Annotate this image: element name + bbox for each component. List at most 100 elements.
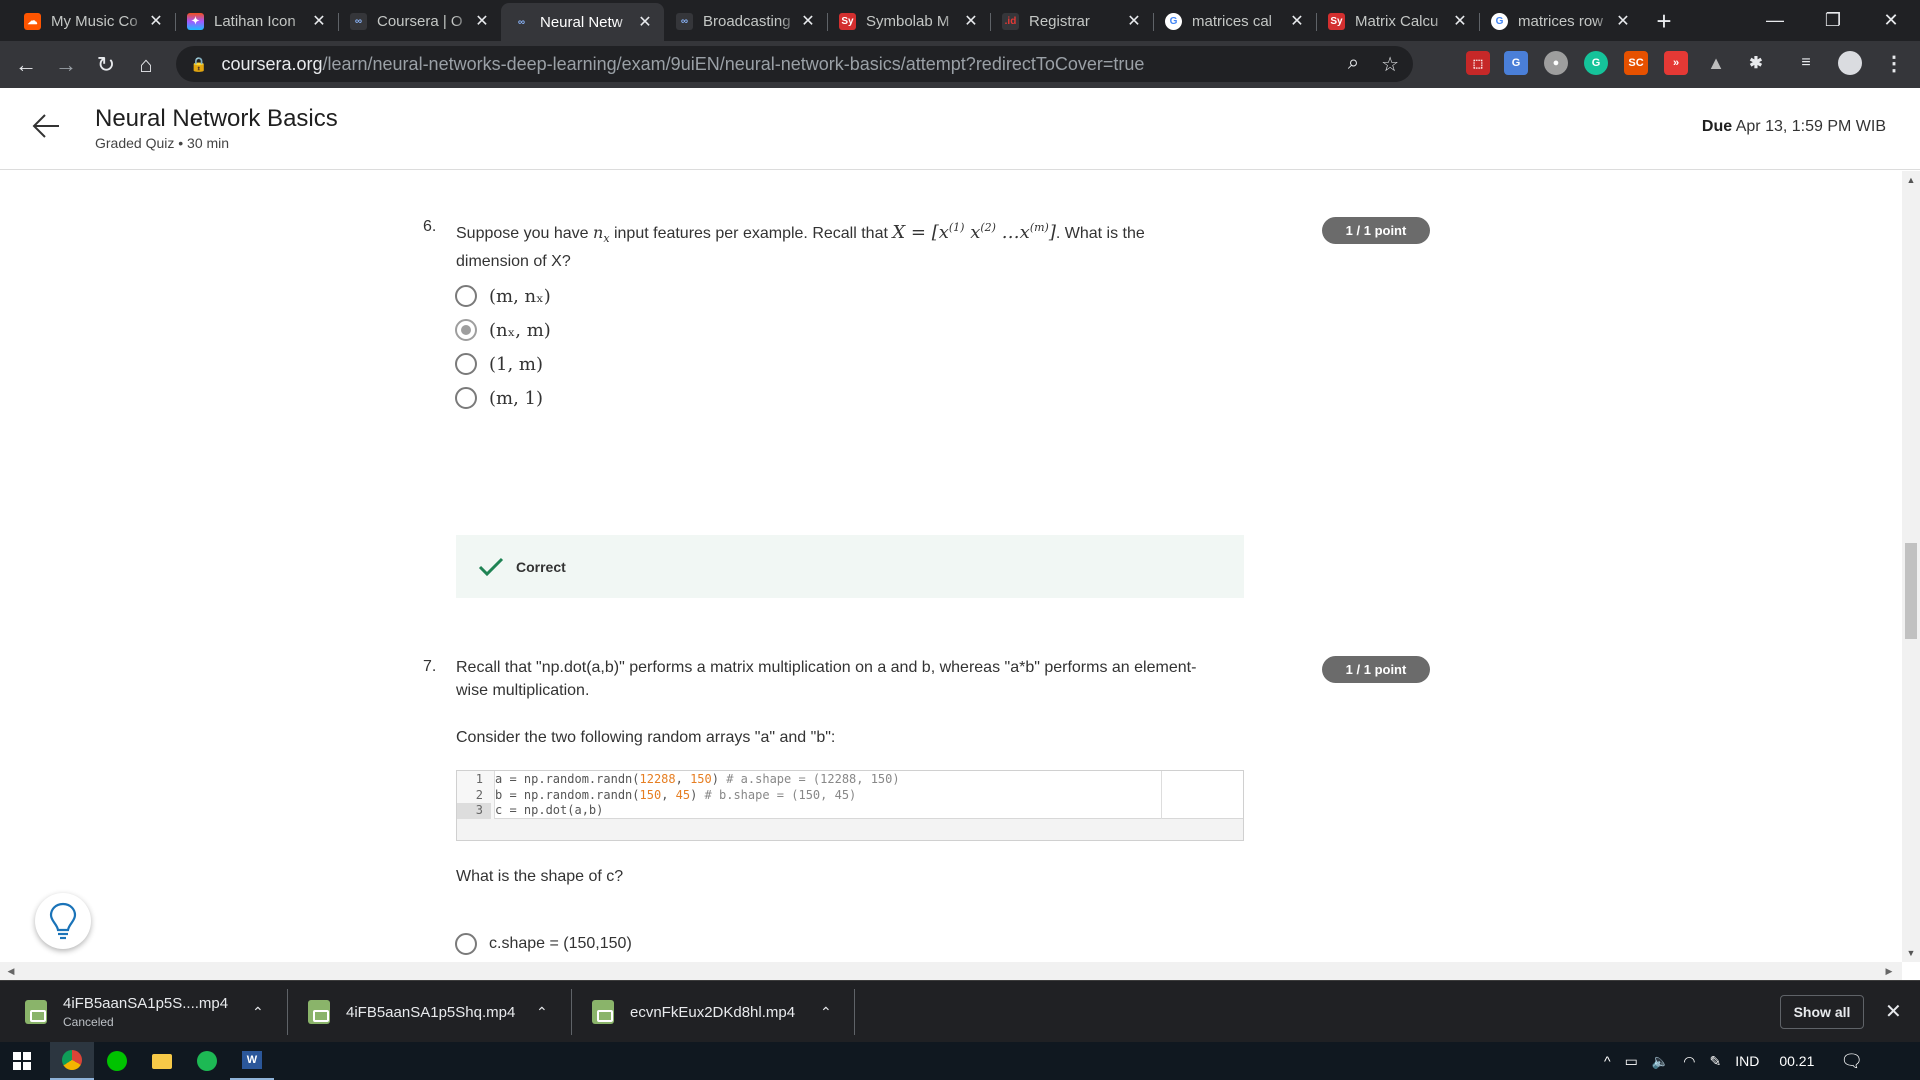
browser-tab[interactable]: ✦ Latihan Icon ✕	[175, 4, 338, 38]
close-tab-icon[interactable]: ✕	[1614, 12, 1632, 30]
answer-option[interactable]: (1, m)	[455, 349, 543, 379]
forward-icon[interactable]: →	[46, 45, 86, 85]
scroll-right-icon[interactable]: ▶	[1880, 962, 1898, 980]
media-extension-icon[interactable]: »	[1664, 51, 1688, 75]
close-tab-icon[interactable]: ✕	[1288, 12, 1306, 30]
scroll-up-icon[interactable]: ▲	[1902, 171, 1920, 189]
media-controls-icon[interactable]: ≡	[1794, 51, 1818, 75]
windows-start-icon[interactable]	[0, 1042, 44, 1080]
zoom-icon[interactable]: ⌕	[1348, 52, 1359, 77]
vertical-scrollbar[interactable]: ▲ ▼	[1902, 171, 1920, 962]
browser-tab[interactable]: Gmatrices cal ✕	[1153, 4, 1316, 38]
show-hidden-icons-icon[interactable]: ^	[1604, 1053, 1611, 1069]
browser-tab[interactable]: Sy Matrix Calcu ✕	[1316, 4, 1479, 38]
browser-tab[interactable]: ∞ Coursera | O ✕	[338, 4, 501, 38]
answer-option[interactable]: (m, nₓ)	[455, 281, 551, 311]
pen-icon[interactable]: ✎	[1709, 1053, 1721, 1070]
bookmark-star-icon[interactable]: ☆	[1381, 52, 1399, 77]
show-all-button[interactable]: Show all	[1780, 995, 1864, 1029]
chat-extension-icon[interactable]: ●	[1544, 51, 1568, 75]
download-bar: 4iFB5aanSA1p5S....mp4 Canceled ⌃ 4iFB5aa…	[0, 980, 1920, 1042]
input-language[interactable]: IND	[1735, 1053, 1759, 1069]
download-item[interactable]: 4iFB5aanSA1p5Shq.mp4 ⌃	[308, 981, 548, 1043]
horizontal-scrollbar[interactable]: ◀ ▶	[0, 962, 1902, 980]
minimize-icon[interactable]: —	[1746, 0, 1804, 40]
radio-button[interactable]	[455, 353, 477, 375]
close-tab-icon[interactable]: ✕	[1451, 12, 1469, 30]
file-explorer-taskbar-icon[interactable]	[140, 1042, 184, 1080]
pdf-extension-icon[interactable]: ⬚	[1466, 51, 1490, 75]
browser-tab[interactable]: Sy Symbolab M ✕	[827, 4, 990, 38]
clock[interactable]: 00.21	[1779, 1053, 1814, 1069]
profile-avatar[interactable]	[1838, 51, 1862, 75]
restore-icon[interactable]: ❐	[1804, 0, 1862, 40]
scrollbar-thumb[interactable]	[1905, 543, 1917, 639]
browser-tab[interactable]: ☁ My Music Co ✕	[12, 4, 175, 38]
menu-dots-icon[interactable]: ⋮	[1882, 51, 1906, 75]
window-controls: — ❐ ✕	[1746, 0, 1920, 40]
code-editor: 1 a = np.random.randn(12288, 150) # a.sha…	[457, 771, 1243, 819]
battery-icon[interactable]: ▭	[1625, 1053, 1638, 1070]
code-token: # a.shape = (12288, 150)	[726, 772, 900, 786]
coursera-icon: ∞	[676, 12, 693, 30]
new-tab-button[interactable]: +	[1646, 4, 1682, 38]
home-icon[interactable]: ⌂	[126, 45, 166, 85]
video-file-icon	[592, 1000, 614, 1024]
lightbulb-help-button[interactable]	[35, 893, 91, 949]
radio-button[interactable]	[455, 933, 477, 955]
reload-icon[interactable]: ↻	[86, 45, 126, 85]
radio-button[interactable]	[455, 285, 477, 307]
answer-option[interactable]: (m, 1)	[455, 383, 543, 413]
download-item[interactable]: ecvnFkEux2DKd8hl.mp4 ⌃	[592, 981, 832, 1043]
word-taskbar-icon[interactable]: W	[230, 1042, 274, 1080]
drive-extension-icon[interactable]: ▲	[1704, 51, 1728, 75]
answer-option[interactable]: c.shape = (150,150)	[455, 929, 632, 959]
chevron-up-icon[interactable]: ⌃	[252, 1004, 264, 1021]
scroll-left-icon[interactable]: ◀	[2, 962, 20, 980]
wifi-icon[interactable]: ◠	[1683, 1053, 1695, 1070]
tab-title: My Music Co	[51, 12, 138, 30]
sc-extension-icon[interactable]: SC	[1624, 51, 1648, 75]
spotify-taskbar-icon[interactable]	[185, 1042, 229, 1080]
code-token: 45	[675, 787, 691, 802]
google-icon: G	[1491, 12, 1508, 30]
close-tab-icon[interactable]: ✕	[799, 12, 817, 30]
code-line: 1 a = np.random.randn(12288, 150) # a.sha…	[457, 772, 900, 788]
radio-button[interactable]	[455, 319, 477, 341]
notification-icon[interactable]: 🗨	[1840, 1051, 1863, 1072]
download-filename: ecvnFkEux2DKd8hl.mp4	[630, 1003, 796, 1021]
volume-icon[interactable]: 🔈	[1652, 1053, 1669, 1070]
close-window-icon[interactable]: ✕	[1862, 0, 1920, 40]
address-bar[interactable]: 🔒 coursera.org/learn/neural-networks-dee…	[176, 46, 1413, 82]
chrome-taskbar-icon[interactable]	[50, 1042, 94, 1080]
line-taskbar-icon[interactable]	[95, 1042, 139, 1080]
close-tab-icon[interactable]: ✕	[636, 13, 654, 31]
close-tab-icon[interactable]: ✕	[310, 12, 328, 30]
browser-tab[interactable]: ∞ Broadcasting ✕	[664, 4, 827, 38]
radio-button[interactable]	[455, 387, 477, 409]
download-item[interactable]: 4iFB5aanSA1p5S....mp4 Canceled ⌃	[25, 981, 264, 1043]
close-tab-icon[interactable]: ✕	[1125, 12, 1143, 30]
answer-option[interactable]: (nₓ, m)	[455, 315, 551, 345]
download-status: Canceled	[63, 1015, 114, 1029]
translate-extension-icon[interactable]: G	[1504, 51, 1528, 75]
browser-tab[interactable]: Gmatrices row ✕	[1479, 4, 1642, 38]
back-icon[interactable]: ←	[6, 45, 46, 85]
close-download-bar-icon[interactable]: ✕	[1885, 999, 1902, 1024]
option-label: (nₓ, m)	[489, 319, 551, 341]
chevron-up-icon[interactable]: ⌃	[536, 1004, 548, 1021]
figma-icon: ✦	[187, 12, 204, 30]
option-label: (m, nₓ)	[489, 285, 551, 307]
tab-list: ☁ My Music Co ✕ ✦ Latihan Icon ✕ ∞ Coursera | O…	[12, 3, 1642, 41]
scroll-down-icon[interactable]: ▼	[1902, 944, 1920, 962]
browser-tab[interactable]: .id Registrar ✕	[990, 4, 1153, 38]
grammarly-extension-icon[interactable]: G	[1584, 51, 1608, 75]
close-tab-icon[interactable]: ✕	[473, 12, 491, 30]
back-arrow-icon[interactable]	[31, 111, 61, 141]
extension-icon[interactable]: ✱	[1744, 51, 1768, 75]
browser-tab[interactable]: ∞ Neural Netw ✕	[501, 3, 664, 41]
close-tab-icon[interactable]: ✕	[962, 12, 980, 30]
chevron-up-icon[interactable]: ⌃	[820, 1004, 832, 1021]
code-token: a = np.random.randn(	[495, 772, 640, 786]
close-tab-icon[interactable]: ✕	[147, 12, 165, 30]
